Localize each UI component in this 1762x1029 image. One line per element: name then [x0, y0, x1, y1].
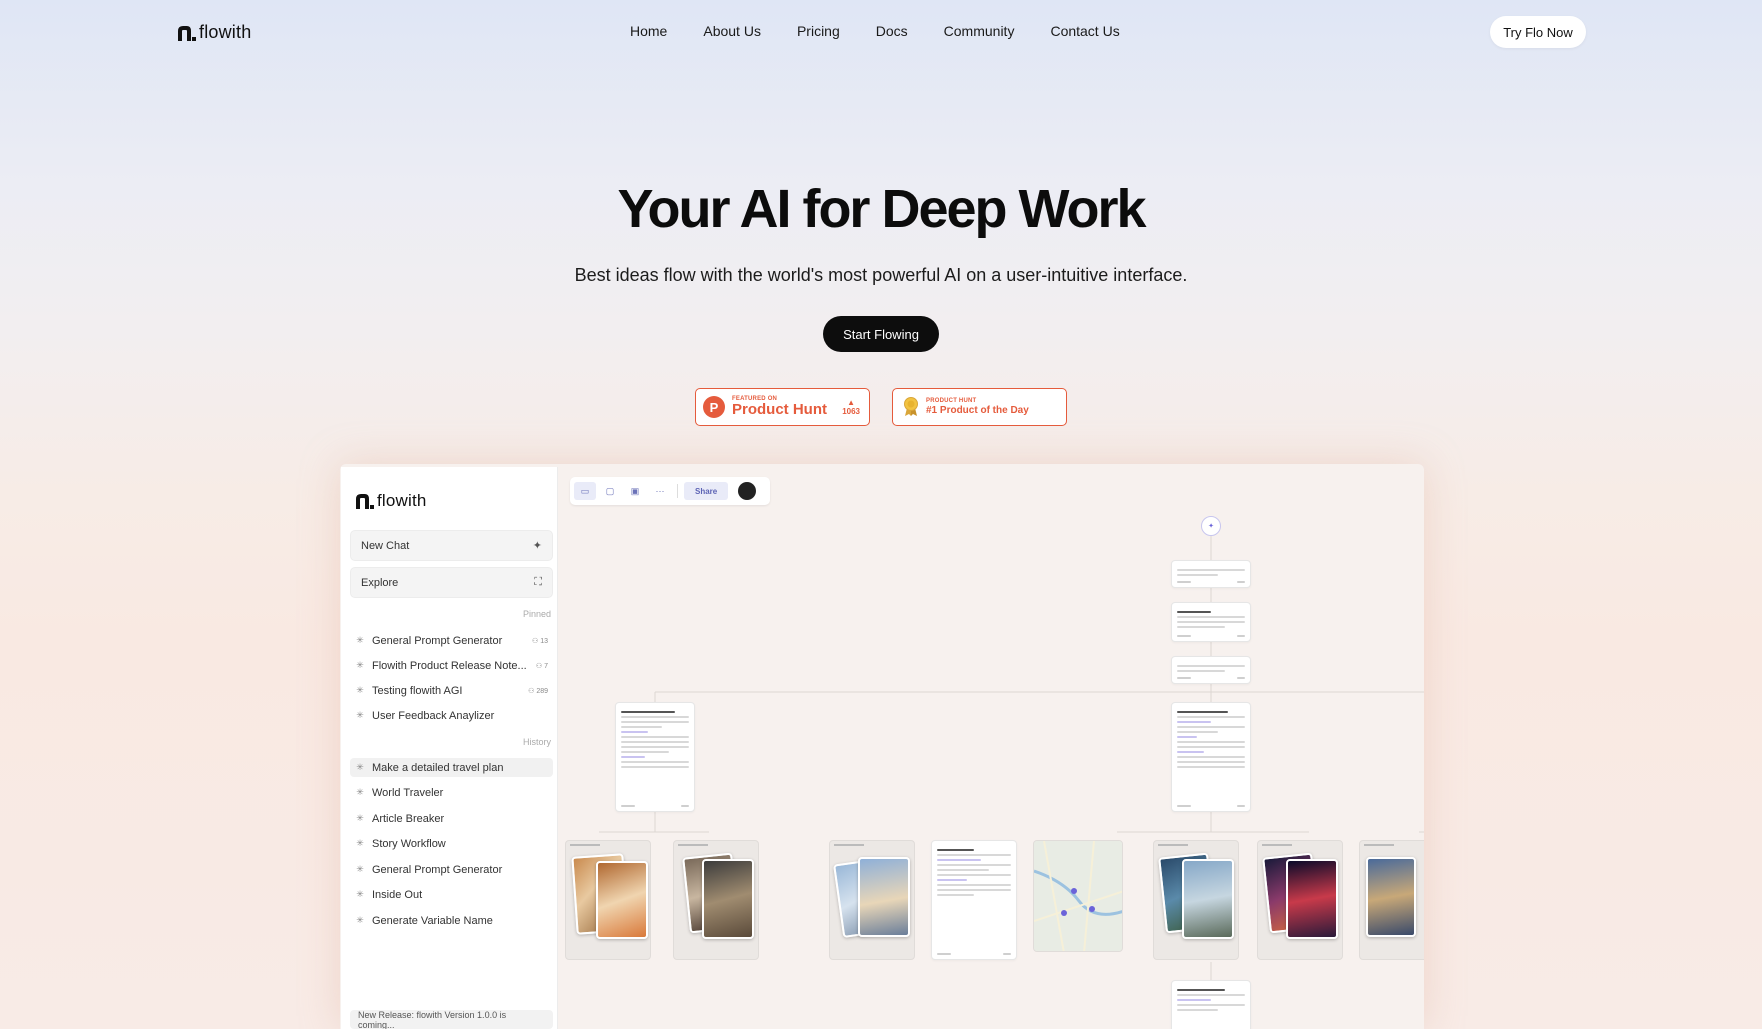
history-item-label: Make a detailed travel plan [372, 761, 504, 774]
history-item[interactable]: ✳ Article Breaker [350, 809, 553, 828]
new-chat-button[interactable]: New Chat ✦ [350, 530, 553, 561]
flow-icon: ✳ [356, 864, 364, 874]
pinned-section-label: Pinned [522, 609, 551, 619]
flow-icon: ✳ [356, 762, 364, 772]
history-item[interactable]: ✳ World Traveler [350, 783, 553, 802]
member-count: ⚇ 289 [528, 687, 548, 695]
sidebar: flowith New Chat ✦ Explore ⛶ Pinned ✳ Ge… [341, 467, 558, 1029]
response-node[interactable] [1171, 602, 1251, 642]
pinned-item[interactable]: ✳ Flowith Product Release Note... ⚇ 7 [350, 656, 553, 675]
image-card[interactable] [565, 840, 651, 960]
medal-icon [904, 397, 918, 416]
product-of-the-day-badge[interactable]: PRODUCT HUNT #1 Product of the Day [892, 388, 1067, 426]
member-count-number: 13 [540, 637, 548, 645]
nav-community[interactable]: Community [944, 23, 1015, 39]
pinned-item[interactable]: ✳ User Feedback Anaylizer [350, 706, 553, 725]
history-item[interactable]: ✳ Generate Variable Name [350, 911, 553, 930]
pinned-item-label: User Feedback Anaylizer [372, 709, 495, 722]
response-node[interactable] [615, 702, 695, 812]
top-nav: flowith Home About Us Pricing Docs Commu… [0, 0, 1762, 64]
member-count-number: 289 [536, 687, 548, 695]
flow-icon: ✳ [356, 787, 364, 797]
sparkle-icon: ✦ [532, 540, 542, 552]
nav-contact-us[interactable]: Contact Us [1050, 23, 1119, 39]
flowith-logo-icon [178, 25, 196, 41]
vote-number: 1063 [842, 407, 860, 416]
badge-big-text: #1 Product of the Day [926, 404, 1029, 416]
message-node[interactable] [1171, 656, 1251, 684]
explore-button[interactable]: Explore ⛶ [350, 567, 553, 598]
image-card[interactable] [673, 840, 759, 960]
history-item[interactable]: ✳ General Prompt Generator [350, 860, 553, 879]
badge-text: PRODUCT HUNT #1 Product of the Day [926, 398, 1029, 417]
product-hunt-logo-icon: P [703, 396, 725, 418]
history-item[interactable]: ✳ Make a detailed travel plan [350, 758, 553, 777]
brand-logo[interactable]: flowith [176, 22, 251, 43]
history-item-label: General Prompt Generator [372, 863, 503, 876]
new-chat-label: New Chat [361, 539, 410, 552]
flow-icon: ✳ [356, 710, 364, 720]
member-count-number: 7 [544, 662, 548, 670]
pinned-item[interactable]: ✳ Testing flowith AGI ⚇ 289 [350, 681, 553, 700]
flowith-logo-icon [356, 494, 374, 509]
upvote-count: ▲ 1063 [842, 398, 860, 416]
pinned-item[interactable]: ✳ General Prompt Generator ⚇ 13 [350, 631, 553, 650]
pinned-item-label: Testing flowith AGI [372, 684, 463, 697]
image-card[interactable] [1153, 840, 1239, 960]
image-card[interactable] [829, 840, 915, 960]
brand-name: flowith [199, 22, 252, 42]
response-node[interactable] [1171, 980, 1251, 1029]
map-card[interactable] [1033, 840, 1123, 952]
flow-icon: ✳ [356, 635, 364, 645]
badge-big-text: Product Hunt [732, 401, 827, 418]
try-flo-now-button[interactable]: Try Flo Now [1490, 16, 1586, 48]
response-node[interactable] [931, 840, 1017, 960]
flow-icon: ✳ [356, 838, 364, 848]
nav-home[interactable]: Home [630, 23, 667, 39]
history-item-label: Generate Variable Name [372, 914, 493, 927]
nav-links: Home About Us Pricing Docs Community Con… [630, 23, 1120, 39]
app-preview-window: flowith New Chat ✦ Explore ⛶ Pinned ✳ Ge… [340, 464, 1424, 1029]
history-item-label: World Traveler [372, 786, 444, 799]
flow-icon: ✳ [356, 685, 364, 695]
start-flowing-button[interactable]: Start Flowing [823, 316, 939, 352]
flow-canvas[interactable]: ✦ [559, 464, 1424, 1029]
flow-icon: ✳ [356, 660, 364, 670]
hero-title: Your AI for Deep Work [617, 179, 1146, 239]
message-node[interactable] [1171, 560, 1251, 588]
start-node-icon[interactable]: ✦ [1201, 516, 1221, 536]
history-item-label: Article Breaker [372, 812, 445, 825]
flow-icon: ✳ [356, 813, 364, 823]
history-item[interactable]: ✳ Inside Out [350, 885, 553, 904]
member-count: ⚇ 7 [535, 662, 548, 670]
pinned-item-label: General Prompt Generator [372, 634, 503, 647]
release-notice[interactable]: New Release: flowith Version 1.0.0 is co… [350, 1010, 553, 1029]
sidebar-logo[interactable]: flowith [354, 491, 427, 511]
history-item-label: Story Workflow [372, 837, 446, 850]
sidebar-brand-name: flowith [377, 491, 427, 510]
badge-text: FEATURED ON Product Hunt [732, 396, 827, 418]
flow-icon: ✳ [356, 889, 364, 899]
nav-about-us[interactable]: About Us [703, 23, 761, 39]
member-count: ⚇ 13 [531, 637, 548, 645]
map-icon [1034, 841, 1122, 951]
history-item[interactable]: ✳ Story Workflow [350, 834, 553, 853]
upvote-triangle-icon: ▲ [847, 398, 856, 407]
image-card[interactable] [1257, 840, 1343, 960]
explore-label: Explore [361, 576, 399, 589]
image-card[interactable] [1359, 840, 1424, 960]
hero-subtitle: Best ideas flow with the world's most po… [574, 265, 1188, 285]
nav-pricing[interactable]: Pricing [797, 23, 840, 39]
flow-icon: ✳ [356, 915, 364, 925]
product-hunt-featured-badge[interactable]: P FEATURED ON Product Hunt ▲ 1063 [695, 388, 870, 426]
history-item-label: Inside Out [372, 888, 423, 901]
scan-icon: ⛶ [534, 576, 542, 588]
history-section-label: History [522, 737, 551, 747]
nav-docs[interactable]: Docs [876, 23, 908, 39]
response-node[interactable] [1171, 702, 1251, 812]
pinned-item-label: Flowith Product Release Note... [372, 659, 527, 672]
